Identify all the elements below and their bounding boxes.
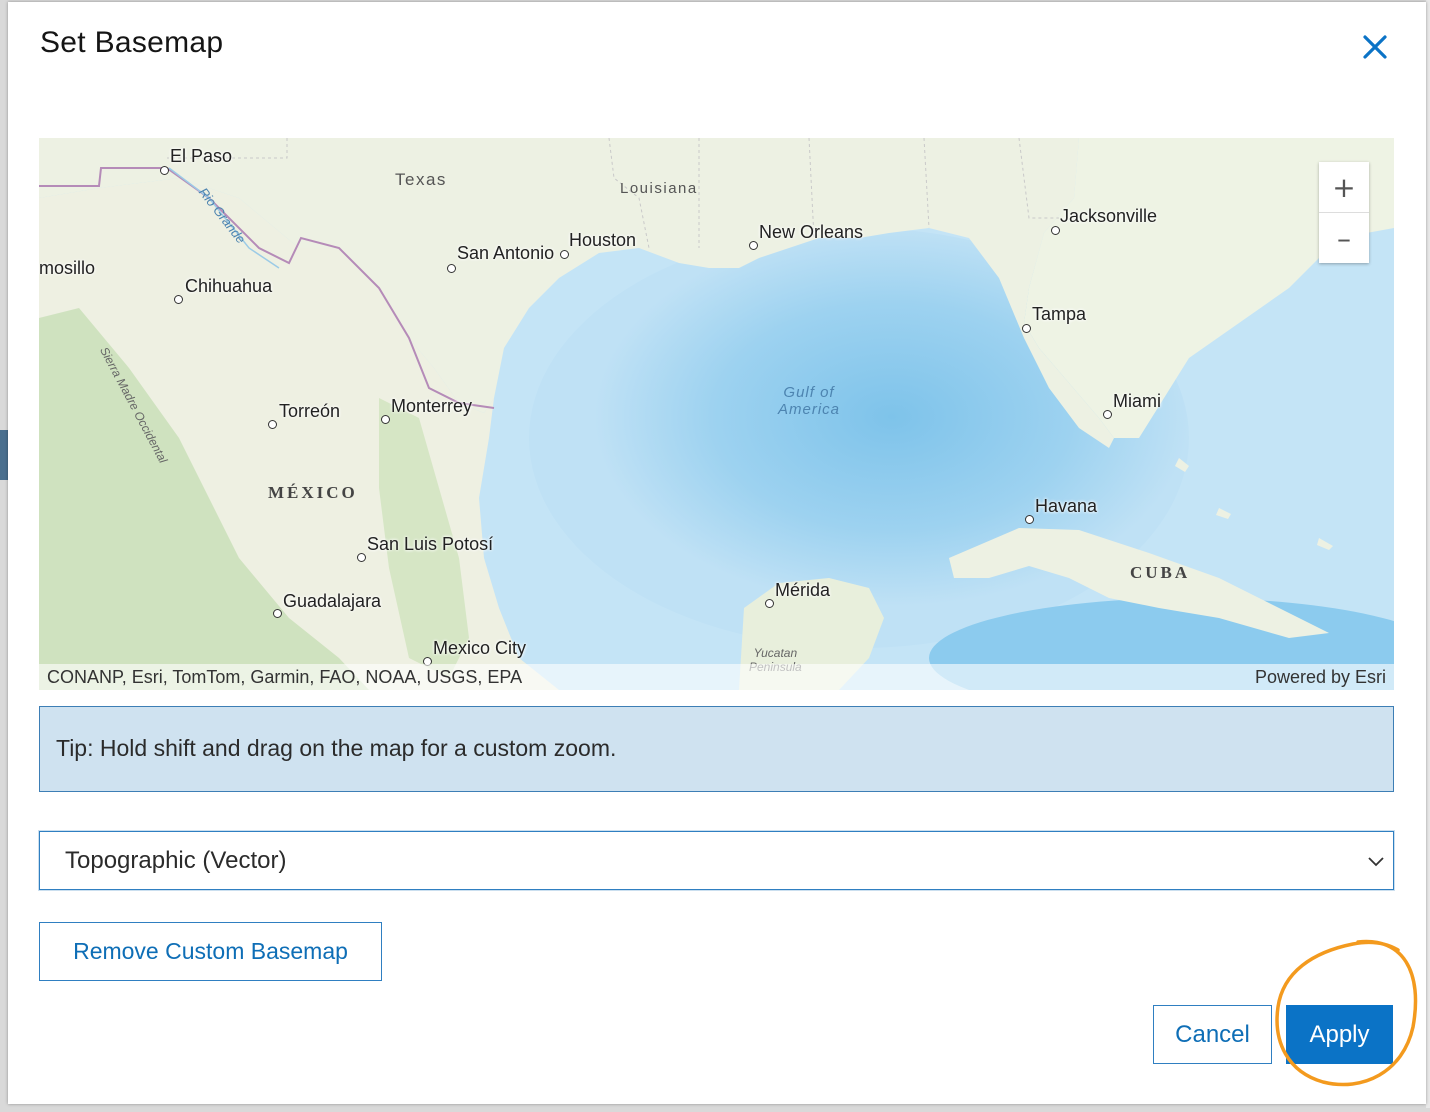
set-basemap-dialog: Set Basemap El Paso Texas Louisiana Hous… bbox=[8, 2, 1426, 1104]
map-city-dot bbox=[160, 166, 169, 175]
map-label-san-antonio: San Antonio bbox=[457, 243, 555, 263]
map-label-louisiana: Louisiana bbox=[620, 180, 698, 197]
map-city-dot bbox=[174, 295, 183, 304]
map-city-dot bbox=[357, 553, 366, 562]
map-label-houston: Houston bbox=[569, 230, 637, 250]
basemap-select[interactable]: Topographic (Vector) bbox=[39, 831, 1394, 890]
map-label-yucatan-line1: Yucatan bbox=[753, 646, 798, 660]
map-attribution: CONANP, Esri, TomTom, Garmin, FAO, NOAA,… bbox=[39, 664, 1394, 690]
map-label-el-paso: El Paso bbox=[170, 146, 233, 166]
map-city-dot bbox=[268, 420, 277, 429]
dialog-title: Set Basemap bbox=[40, 26, 224, 59]
basemap-preview-map[interactable]: El Paso Texas Louisiana Houston San Anto… bbox=[39, 138, 1394, 690]
map-label-monterrey: Monterrey bbox=[391, 396, 473, 416]
map-label-guadalajara: Guadalajara bbox=[283, 591, 382, 611]
map-label-hermosillo: mosillo bbox=[39, 258, 96, 278]
map-label-cuba: CUBA bbox=[1130, 563, 1191, 582]
map-label-gulf: Gulf of America bbox=[774, 384, 844, 418]
zoom-in-button[interactable]: + bbox=[1319, 162, 1369, 212]
map-city-dot bbox=[749, 241, 758, 250]
map-label-chihuahua: Chihuahua bbox=[185, 276, 273, 296]
background-app-tab bbox=[0, 430, 8, 480]
tip-text: Tip: Hold shift and drag on the map for … bbox=[56, 735, 617, 761]
map-city-dot bbox=[273, 609, 282, 618]
map-label-san-luis-potosi: San Luis Potosí bbox=[367, 534, 494, 554]
zoom-out-button[interactable]: – bbox=[1319, 213, 1369, 263]
powered-by-esri[interactable]: Powered by Esri bbox=[1255, 664, 1386, 690]
remove-custom-basemap-button[interactable]: Remove Custom Basemap bbox=[39, 922, 382, 981]
map-city-dot bbox=[1025, 515, 1034, 524]
map-zoom-control: + – bbox=[1319, 162, 1369, 263]
map-label-mexico: MÉXICO bbox=[268, 483, 358, 502]
map-city-dot bbox=[1051, 226, 1060, 235]
map-city-dot bbox=[447, 264, 456, 273]
background-page-text bbox=[600, 1092, 1430, 1112]
map-city-dot bbox=[381, 415, 390, 424]
map-label-jacksonville: Jacksonville bbox=[1060, 206, 1158, 226]
map-city-dot bbox=[1022, 324, 1031, 333]
map-city-dot bbox=[560, 250, 569, 259]
map-label-gulf-line1: Gulf of bbox=[783, 384, 835, 401]
background-app-edge bbox=[1426, 0, 1430, 1108]
map-label-mexico-city: Mexico City bbox=[433, 638, 527, 658]
attribution-sources: CONANP, Esri, TomTom, Garmin, FAO, NOAA,… bbox=[47, 667, 523, 687]
map-tiles bbox=[39, 138, 1394, 690]
map-label-miami: Miami bbox=[1113, 391, 1161, 411]
close-icon bbox=[1363, 35, 1387, 59]
apply-button[interactable]: Apply bbox=[1286, 1005, 1393, 1064]
map-label-gulf-line2: America bbox=[777, 401, 840, 418]
map-label-merida: Mérida bbox=[775, 580, 831, 600]
close-button[interactable] bbox=[1358, 30, 1392, 64]
basemap-select-value: Topographic (Vector) bbox=[65, 847, 287, 874]
map-label-torreon: Torreón bbox=[279, 401, 341, 421]
chevron-down-icon bbox=[1368, 857, 1384, 867]
map-label-new-orleans: New Orleans bbox=[759, 222, 864, 242]
map-city-dot bbox=[1103, 410, 1112, 419]
cancel-button[interactable]: Cancel bbox=[1153, 1005, 1272, 1064]
map-label-havana: Havana bbox=[1035, 496, 1098, 516]
tip-notice: Tip: Hold shift and drag on the map for … bbox=[39, 706, 1394, 792]
map-city-dot bbox=[765, 599, 774, 608]
map-label-tampa: Tampa bbox=[1032, 304, 1087, 324]
map-label-texas: Texas bbox=[395, 170, 447, 189]
